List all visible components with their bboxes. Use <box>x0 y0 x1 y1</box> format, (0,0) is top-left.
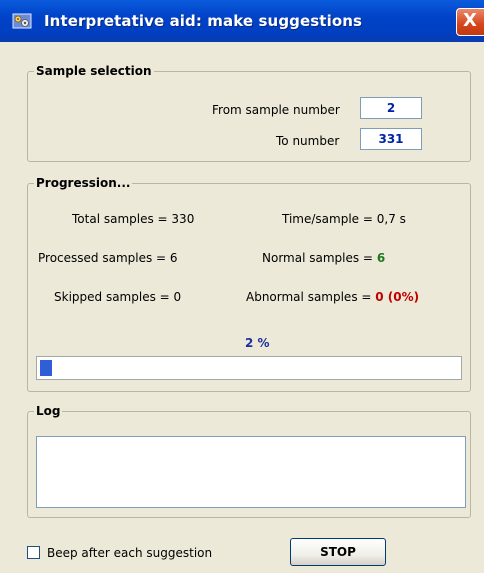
skipped-samples-value: 0 <box>173 290 182 304</box>
skipped-samples-label: Skipped samples = 0 <box>54 290 181 304</box>
normal-samples-text: Normal samples = <box>262 251 373 265</box>
dialog-window: Interpretative aid: make suggestions X S… <box>0 0 484 573</box>
close-icon: X <box>463 10 477 31</box>
normal-samples-label: Normal samples = 6 <box>262 251 385 265</box>
beep-checkbox-label[interactable]: Beep after each suggestion <box>47 546 212 560</box>
beep-checkbox[interactable] <box>27 546 40 559</box>
normal-samples-value: 6 <box>376 251 386 265</box>
title-bar[interactable]: Interpretative aid: make suggestions X <box>0 0 484 42</box>
from-sample-label: From sample number <box>212 103 340 117</box>
processed-samples-text: Processed samples = <box>38 251 167 265</box>
processed-samples-label: Processed samples = 6 <box>38 251 178 265</box>
log-legend: Log <box>36 404 61 418</box>
to-number-input[interactable]: 331 <box>360 128 422 150</box>
log-textarea[interactable] <box>36 436 466 508</box>
to-number-label: To number <box>276 134 340 148</box>
time-per-sample-label: Time/sample = 0,7 s <box>282 212 406 226</box>
progress-bar-fill <box>40 360 52 376</box>
total-samples-label: Total samples = 330 <box>72 212 194 226</box>
time-per-sample-value: 0,7 s <box>376 212 406 226</box>
total-samples-text: Total samples = <box>72 212 168 226</box>
abnormal-samples-label: Abnormal samples = 0 (0%) <box>246 290 419 304</box>
abnormal-samples-value: 0 (0%) <box>375 290 420 304</box>
progression-legend: Progression... <box>36 176 131 190</box>
stop-button[interactable]: STOP <box>290 538 386 566</box>
skipped-samples-text: Skipped samples = <box>54 290 170 304</box>
sample-selection-legend: Sample selection <box>36 64 152 78</box>
progress-bar <box>36 356 462 380</box>
window-title: Interpretative aid: make suggestions <box>44 12 363 30</box>
time-per-sample-text: Time/sample = <box>282 212 373 226</box>
processed-samples-value: 6 <box>169 251 178 265</box>
total-samples-value: 330 <box>171 212 195 226</box>
app-gear-icon <box>12 13 32 29</box>
from-sample-input[interactable]: 2 <box>360 97 422 119</box>
close-button[interactable]: X <box>456 8 484 36</box>
abnormal-samples-text: Abnormal samples = <box>246 290 372 304</box>
progress-percent: 2 % <box>245 336 270 350</box>
